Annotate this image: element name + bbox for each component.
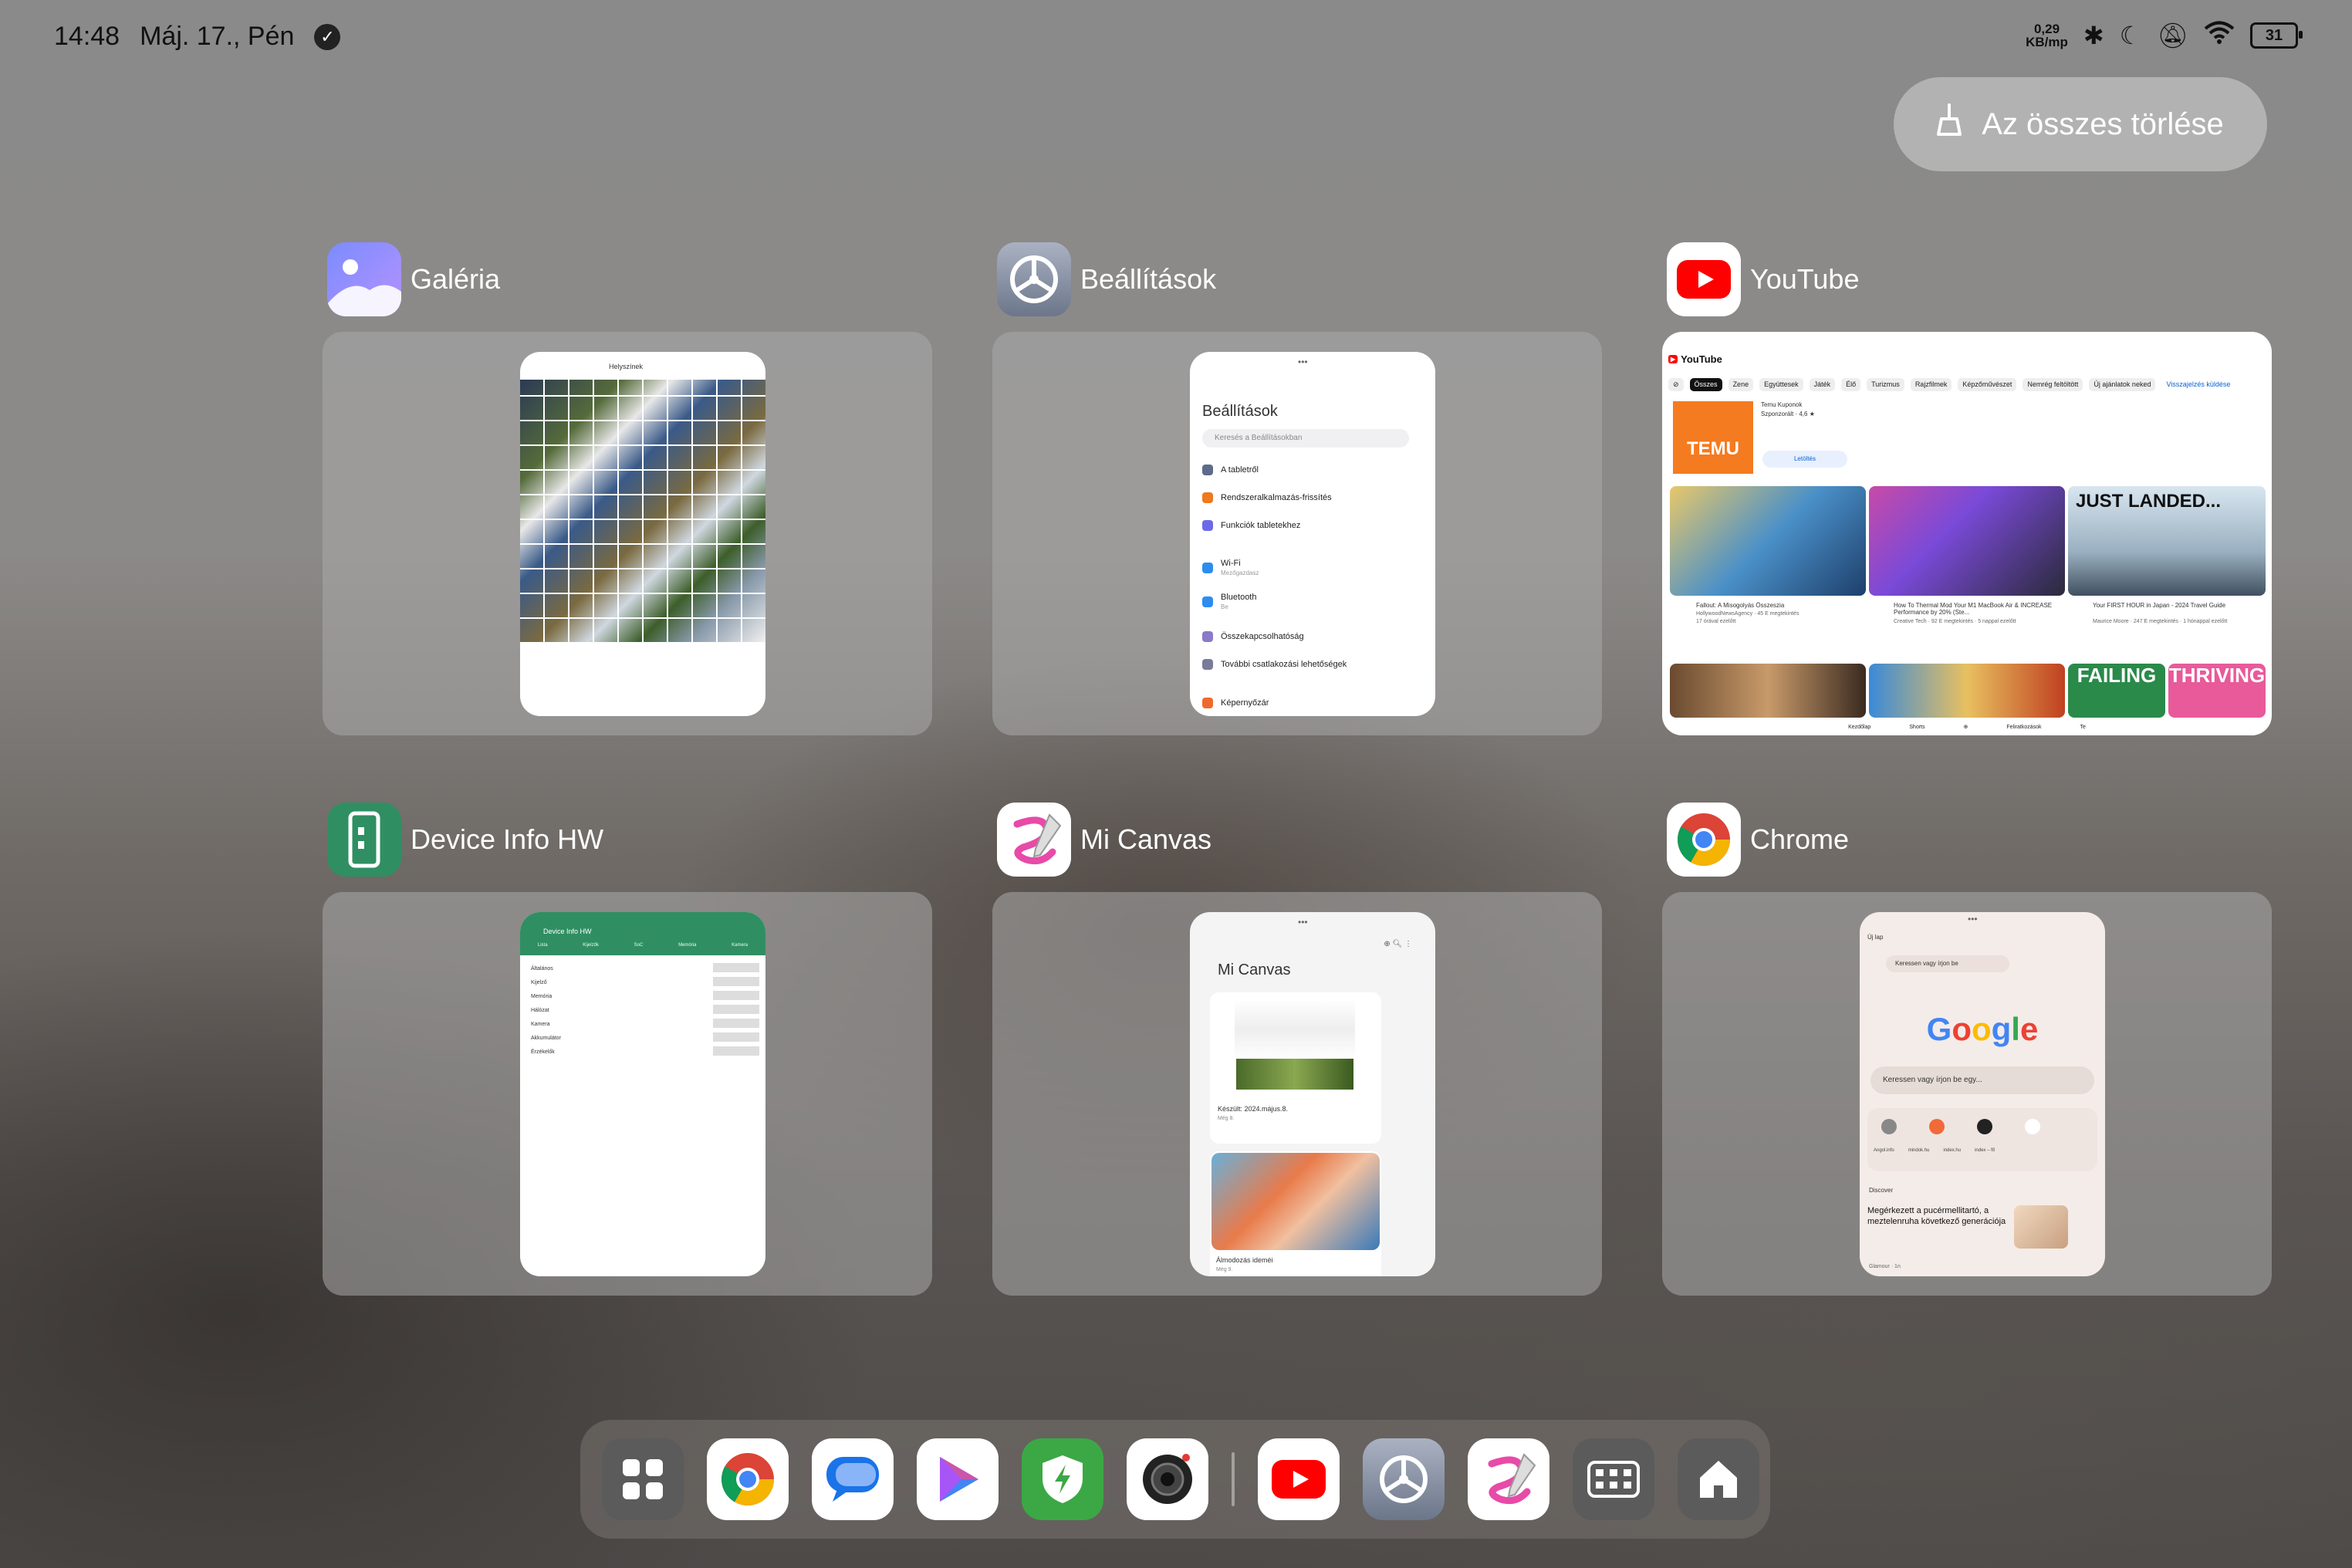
check-circle-icon: ✓ bbox=[314, 23, 341, 50]
date: Máj. 17., Pén bbox=[140, 22, 295, 51]
clock: 14:48 bbox=[54, 22, 120, 51]
chrome-icon bbox=[1667, 803, 1741, 877]
app-name: Device Info HW bbox=[411, 823, 604, 855]
canvas-note[interactable]: Készült: 2024.május.8. Még 8. bbox=[1210, 992, 1381, 1144]
app-name: Chrome bbox=[1750, 823, 1850, 855]
clear-all-label: Az összes törlése bbox=[1982, 106, 2224, 141]
google-search-box[interactable]: Keressen vagy írjon be egy... bbox=[1870, 1066, 2094, 1094]
photo-grid bbox=[520, 380, 765, 642]
chrome-icon[interactable] bbox=[707, 1438, 789, 1520]
settings-preview: ••• Beállítások Keresés a Beállításokban… bbox=[1190, 352, 1435, 716]
yt-bottom-nav: Kezdőlap Shorts ⊕ Feliratkozások Te bbox=[1662, 718, 2272, 735]
video-thumbnail[interactable]: THRIVING bbox=[2168, 664, 2266, 718]
settings-search: Keresés a Beállításokban bbox=[1202, 429, 1409, 448]
recent-card-gallery[interactable]: Helyszínek bbox=[323, 332, 932, 735]
wifi-icon bbox=[2204, 20, 2235, 51]
app-header-chrome[interactable]: Chrome bbox=[1667, 803, 1849, 877]
app-header-settings[interactable]: Beállítások bbox=[997, 242, 1216, 316]
device-info-icon bbox=[327, 803, 401, 877]
settings-icon[interactable] bbox=[1363, 1438, 1445, 1520]
security-icon[interactable] bbox=[1022, 1438, 1103, 1520]
keyboard-icon[interactable] bbox=[1573, 1438, 1654, 1520]
dock bbox=[580, 1420, 1770, 1539]
address-bar[interactable]: Keressen vagy írjon be bbox=[1886, 955, 2009, 972]
moon-icon: ☾ bbox=[2119, 22, 2142, 49]
discover-article[interactable]: Megérkezett a pucérmellitartó, a meztele… bbox=[1867, 1205, 2012, 1227]
recent-card-youtube[interactable]: ▶ YouTube ⊘ Összes Zene Együttesek Játék … bbox=[1662, 332, 2272, 735]
device-info-preview: Device Info HW Lista Kijelzők SoC Memória Ka… bbox=[520, 912, 765, 1276]
messages-icon[interactable] bbox=[812, 1438, 894, 1520]
app-header-youtube[interactable]: YouTube bbox=[1667, 242, 1859, 316]
app-name: Mi Canvas bbox=[1080, 823, 1212, 855]
mi-canvas-icon[interactable] bbox=[1468, 1438, 1549, 1520]
app-drawer-icon[interactable] bbox=[602, 1438, 684, 1520]
app-name: Galéria bbox=[411, 263, 501, 295]
recent-card-device-info[interactable]: Device Info HW Lista Kijelzők SoC Memória Ka… bbox=[323, 892, 932, 1296]
mi-canvas-icon bbox=[997, 803, 1071, 877]
settings-icon bbox=[997, 242, 1071, 316]
status-bar: 14:48 Máj. 17., Pén ✓ 0,29 KB/mp ✱ ☾ 🔕︎ … bbox=[54, 17, 2303, 60]
youtube-icon[interactable] bbox=[1258, 1438, 1340, 1520]
bluetooth-icon: ✱ bbox=[2083, 22, 2104, 49]
yt-chips: ⊘ Összes Zene Együttesek Játék Élő Turiz… bbox=[1668, 378, 2235, 391]
dock-separator bbox=[1232, 1452, 1235, 1506]
chrome-preview: ••• Új lap Keressen vagy írjon be Google… bbox=[1860, 912, 2105, 1276]
app-header-gallery[interactable]: Galéria bbox=[327, 242, 500, 316]
video-thumbnail[interactable] bbox=[1869, 664, 2065, 718]
app-name: YouTube bbox=[1750, 263, 1860, 295]
gallery-icon bbox=[327, 242, 401, 316]
recent-card-chrome[interactable]: ••• Új lap Keressen vagy írjon be Google… bbox=[1662, 892, 2272, 1296]
ad-download-button[interactable]: Letöltés bbox=[1762, 451, 1847, 468]
app-name: Beállítások bbox=[1080, 263, 1217, 295]
video-thumbnail[interactable]: JUST LANDED... bbox=[2068, 486, 2266, 596]
video-thumbnail[interactable]: FAILING bbox=[2068, 664, 2165, 718]
net-speed: 0,29 KB/mp bbox=[2026, 22, 2068, 49]
recent-card-settings[interactable]: ••• Beállítások Keresés a Beállításokban… bbox=[992, 332, 1602, 735]
home-icon[interactable] bbox=[1678, 1438, 1759, 1520]
video-thumbnail[interactable] bbox=[1670, 664, 1866, 718]
video-thumbnail[interactable] bbox=[1869, 486, 2065, 596]
app-header-mi-canvas[interactable]: Mi Canvas bbox=[997, 803, 1211, 877]
app-header-device-info[interactable]: Device Info HW bbox=[327, 803, 603, 877]
youtube-icon bbox=[1667, 242, 1741, 316]
clear-all-button[interactable]: Az összes törlése bbox=[1894, 77, 2267, 171]
video-thumbnail[interactable] bbox=[1670, 486, 1866, 596]
battery-icon: 31 bbox=[2250, 22, 2303, 49]
temu-ad-image: TEMU bbox=[1673, 401, 1753, 474]
yt-logo: ▶ YouTube bbox=[1668, 353, 1722, 365]
play-store-icon[interactable] bbox=[917, 1438, 999, 1520]
gallery-preview: Helyszínek bbox=[520, 352, 765, 716]
canvas-note[interactable]: Álmodozás ideméi Még 9. bbox=[1210, 1151, 1381, 1276]
bell-off-icon: 🔕︎ bbox=[2157, 22, 2188, 49]
mi-canvas-preview: ••• ⊕ 🔍︎ ⋮ Mi Canvas Készült: 2024.május… bbox=[1190, 912, 1435, 1276]
recent-card-mi-canvas[interactable]: ••• ⊕ 🔍︎ ⋮ Mi Canvas Készült: 2024.május… bbox=[992, 892, 1602, 1296]
camera-icon[interactable] bbox=[1127, 1438, 1208, 1520]
google-logo: Google bbox=[1926, 1011, 2039, 1047]
shortcut-tiles: Angol.info mindok.hu index.hu index – fő bbox=[1867, 1108, 2097, 1171]
broom-icon bbox=[1937, 103, 1965, 145]
